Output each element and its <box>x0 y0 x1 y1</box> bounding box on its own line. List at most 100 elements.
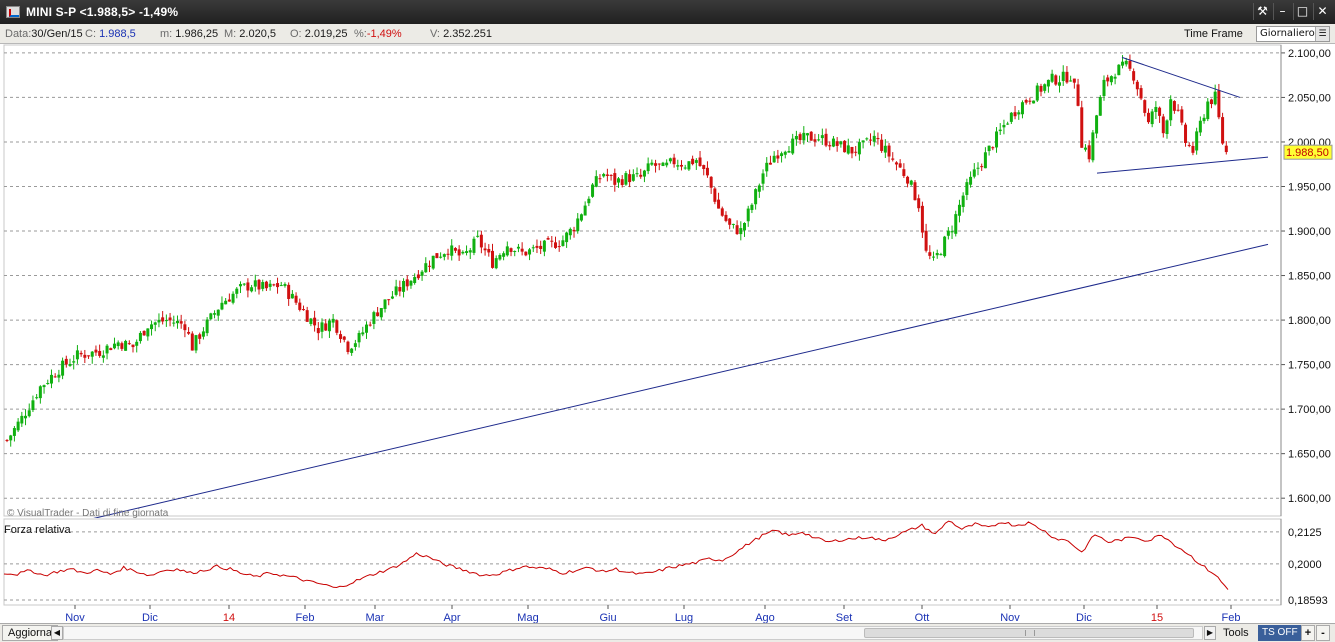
candle-body <box>691 158 695 165</box>
candle-body <box>164 320 168 322</box>
info-max: M: 2.020,5 <box>224 28 276 40</box>
candle-body <box>153 322 157 325</box>
tools-button[interactable]: Tools <box>1223 627 1249 639</box>
candle-body <box>1139 88 1143 99</box>
candle-body <box>190 333 194 351</box>
candle-body <box>316 328 320 334</box>
scrollbar-thumb[interactable] <box>864 628 1194 638</box>
chart-area[interactable]: 1.600,00 1.650,00 1.700,00 1.750,00 1.800,00… <box>0 44 1335 624</box>
minimize-icon[interactable]: – <box>1273 3 1291 20</box>
candle-body <box>1002 124 1006 128</box>
candle-body <box>583 205 587 216</box>
price-chart[interactable]: 1.600,00 1.650,00 1.700,00 1.750,00 1.800,00… <box>0 44 1335 518</box>
candle-body <box>794 135 798 140</box>
price-tick-label: 1.900,00 <box>1288 226 1331 238</box>
relative-strength-chart[interactable]: 0,21250,20000,18593Forza relativaNov Dic 1… <box>0 517 1335 624</box>
close-icon[interactable]: ✕ <box>1313 3 1331 20</box>
candle-body <box>1020 102 1024 115</box>
candle-body <box>187 331 191 334</box>
candle-body <box>461 251 465 254</box>
candle-body <box>101 355 105 358</box>
candle-body <box>998 129 1002 132</box>
candle-body <box>539 245 543 250</box>
candle-body <box>94 349 98 353</box>
candle-body <box>898 163 902 168</box>
candle-body <box>817 139 821 141</box>
candle-body <box>361 332 365 335</box>
app-chart-icon <box>6 6 20 18</box>
timeframe-select[interactable]: Giornaliero ☰ <box>1256 26 1330 42</box>
candle-body <box>761 173 765 184</box>
candle-body <box>283 284 287 286</box>
candle-body <box>420 271 424 276</box>
candle-body <box>1083 147 1087 150</box>
candle-body <box>754 189 758 205</box>
candle-body <box>535 245 539 248</box>
maximize-icon[interactable]: □ <box>1293 3 1311 20</box>
candle-body <box>231 293 235 303</box>
candle-body <box>309 318 313 324</box>
candle-body <box>213 313 217 315</box>
horizontal-scrollbar[interactable] <box>63 626 1203 640</box>
candle-body <box>891 158 895 160</box>
candle-body <box>976 167 980 169</box>
dropdown-arrow-icon[interactable]: ☰ <box>1315 27 1329 41</box>
candle-body <box>172 322 176 324</box>
candle-body <box>876 137 880 140</box>
candle-body <box>1106 77 1110 82</box>
candle-body <box>105 345 109 354</box>
candle-body <box>64 358 68 365</box>
candle-body <box>542 240 546 252</box>
candle-body <box>920 205 924 233</box>
candle-body <box>442 254 446 257</box>
candle-body <box>857 142 861 155</box>
candle-body <box>313 317 317 326</box>
candle-body <box>468 250 472 253</box>
candle-body <box>576 218 580 232</box>
candle-body <box>557 246 561 248</box>
candle-body <box>961 195 965 207</box>
candle-body <box>272 284 276 286</box>
candle-body <box>1102 79 1106 97</box>
zoom-out-button[interactable]: - <box>1316 625 1330 641</box>
candle-body <box>487 248 491 253</box>
candle-body <box>1035 85 1039 101</box>
candle-body <box>883 145 887 153</box>
candle-body <box>1043 84 1047 91</box>
candle-body <box>924 230 928 251</box>
zoom-in-button[interactable]: + <box>1301 625 1315 641</box>
candle-body <box>201 331 205 337</box>
price-plot-frame <box>3 44 1282 517</box>
candle-body <box>798 134 802 141</box>
candle-body <box>702 165 706 170</box>
candle-body <box>728 218 732 225</box>
candle-body <box>168 317 172 321</box>
candle-body <box>591 184 595 197</box>
candle-body <box>479 234 483 248</box>
tools-icon[interactable]: ⚒ <box>1253 3 1271 20</box>
candle-body <box>49 374 53 384</box>
scroll-right-icon[interactable]: ▶ <box>1204 626 1216 640</box>
aggiorna-button[interactable]: Aggiorna <box>2 625 59 641</box>
candle-body <box>83 354 87 358</box>
candle-body <box>917 198 921 209</box>
scroll-left-icon[interactable]: ◀ <box>51 626 63 640</box>
candle-body <box>1117 64 1121 76</box>
candle-body <box>980 166 984 168</box>
candle-body <box>1221 117 1225 144</box>
candle-body <box>427 265 431 267</box>
window-titlebar: MINI S-P <1.988,5> -1,49% ⚒ – □ ✕ <box>0 0 1335 24</box>
price-tick-label: 1.600,00 <box>1288 493 1331 505</box>
candle-body <box>246 282 250 291</box>
ts-off-button[interactable]: TS OFF <box>1258 625 1302 641</box>
candle-body <box>657 163 661 165</box>
candle-body <box>587 198 591 204</box>
candle-body <box>946 230 950 236</box>
candle-body <box>650 162 654 165</box>
candle-body <box>35 397 39 399</box>
candle-body <box>409 280 413 286</box>
candle-body <box>846 145 850 154</box>
candle-body <box>528 249 532 255</box>
candle-body <box>335 320 339 333</box>
candle-body <box>1046 79 1050 87</box>
